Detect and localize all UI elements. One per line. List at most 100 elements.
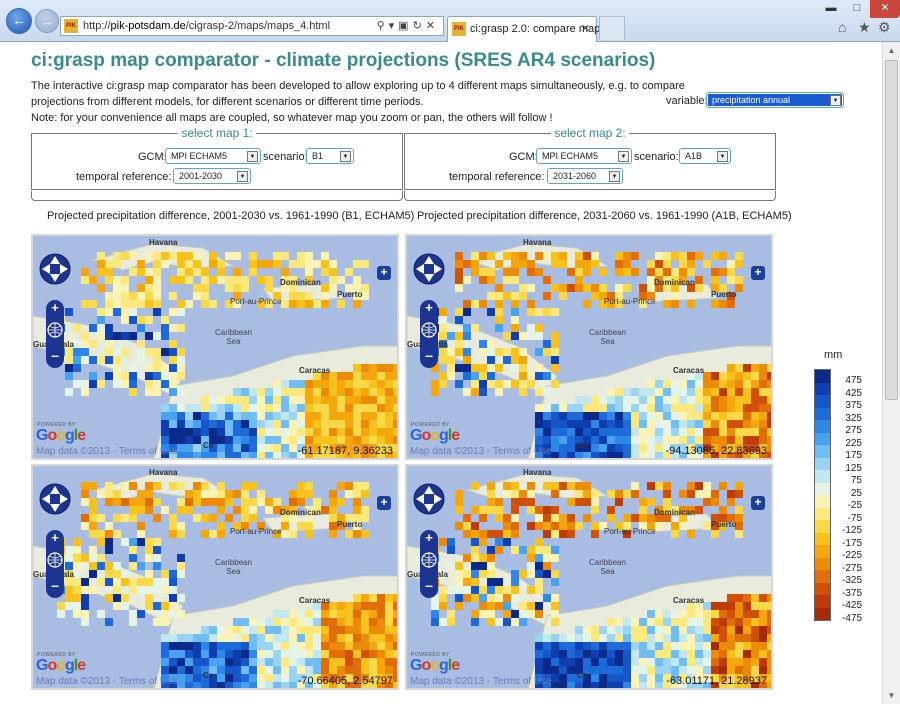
tab-close-icon[interactable]: ✕ [581,22,590,35]
back-button[interactable]: ← [6,8,32,34]
precip-cell [313,658,321,666]
map-pan-zoom-control[interactable]: + – [413,242,445,382]
map-canvas[interactable] [33,236,399,460]
gcm-select-1[interactable]: MPI ECHAM5 ▼ [165,148,261,164]
chevron-down-icon[interactable]: ▼ [717,151,728,162]
precip-cell [289,412,297,420]
forward-button[interactable]: → [35,9,59,33]
precip-cell [81,618,89,626]
precip-cell [329,506,337,514]
gcm-select-2[interactable]: MPI ECHAM5 ▼ [536,148,632,164]
map-canvas[interactable] [407,236,773,460]
precip-cell [113,586,121,594]
precip-cell [535,268,543,276]
scroll-down-icon[interactable]: ▼ [883,687,900,704]
gear-icon[interactable]: ⚙ [878,19,891,36]
terms-link[interactable]: Terms of Use [119,446,178,457]
precip-cell [361,482,369,490]
scroll-up-icon[interactable]: ▲ [883,42,900,59]
layer-switcher-button[interactable]: + [377,266,391,280]
address-url[interactable]: http://pik-potsdam.de/cigrasp-2/maps/map… [83,20,330,32]
precip-cell [631,428,639,436]
layer-switcher-button[interactable]: + [751,266,765,280]
chevron-down-icon[interactable]: ▼ [237,171,248,182]
precip-cell [551,674,559,682]
temporal-select-2[interactable]: 2031-2060 ▼ [547,168,623,184]
map-pan-zoom-control[interactable]: + – [39,242,71,382]
precip-cell [543,594,551,602]
precip-cell [241,482,249,490]
precip-cell [265,658,273,666]
refresh-icon[interactable]: ↻ [413,20,426,32]
chevron-down-icon[interactable]: ▼ [609,171,620,182]
precip-cell [511,522,519,530]
map-panel-3[interactable]: Havana Dominican Puerto Port-au-Prince C… [31,464,399,690]
precip-cell [503,292,511,300]
precip-cell [241,674,249,682]
precip-cell [305,396,313,404]
terms-link[interactable]: Terms of Use [493,446,552,457]
temporal-select-1[interactable]: 2001-2030 ▼ [173,168,251,184]
chevron-down-icon[interactable]: ▼ [830,95,841,106]
map-panel-2[interactable]: Havana Dominican Puerto Port-au-Prince C… [405,234,773,460]
scroll-thumb[interactable] [885,60,898,400]
dropdown-icon[interactable]: ▾ [389,20,399,32]
precip-cell [113,570,121,578]
new-tab-button[interactable] [599,16,625,40]
map-pan-zoom-control[interactable]: + – [413,472,445,612]
precip-cell [273,674,281,682]
precip-cell [479,506,487,514]
scenario-select-1[interactable]: B1 ▼ [306,148,354,164]
layer-switcher-button[interactable]: + [377,496,391,510]
map-selector-2-footer [404,191,776,201]
precip-cell [353,626,361,634]
close-window-button[interactable]: ✕ [870,0,900,18]
precip-cell [759,610,767,618]
precip-cell [695,650,703,658]
precip-cell [289,682,297,688]
precip-cell [495,364,503,372]
page-scrollbar[interactable]: ▲ ▼ [882,42,900,704]
home-icon[interactable]: ⌂ [838,19,846,35]
map-panel-1[interactable]: Havana Dominican Puerto Port-au-Prince C… [31,234,399,460]
precip-cell [105,618,113,626]
chevron-down-icon[interactable]: ▼ [618,151,629,162]
precip-cell [583,634,591,642]
compat-icon[interactable]: ▣ [398,20,412,32]
precip-cell [81,498,89,506]
address-bar[interactable]: PIK http://pik-potsdam.de/cigrasp-2/maps… [60,16,444,36]
layer-switcher-button[interactable]: + [751,496,765,510]
precip-cell [345,618,353,626]
chevron-down-icon[interactable]: ▼ [340,151,351,162]
precip-cell [759,412,767,420]
maximize-button[interactable]: □ [844,0,870,18]
browser-tab-active[interactable]: PIK ci:grasp 2.0: compare maps ✕ [447,16,606,42]
minimize-button[interactable]: ▬ [818,0,844,18]
precip-cell [145,292,153,300]
precip-cell [145,300,153,308]
address-tools[interactable]: ⚲▾▣↻✕ [377,19,439,32]
precip-cell [727,404,735,412]
precip-cell [647,650,655,658]
precip-cell [353,618,361,626]
precip-cell [249,482,257,490]
precip-cell [169,428,177,436]
map-panel-4[interactable]: Havana Dominican Puerto Port-au-Prince C… [405,464,773,690]
precip-cell [599,428,607,436]
precip-cell [97,530,105,538]
scenario-select-2[interactable]: A1B ▼ [679,148,731,164]
precip-cell [535,404,543,412]
favorites-star-icon[interactable]: ★ [858,19,871,36]
precip-cell [647,626,655,634]
terms-link[interactable]: Terms of Use [493,676,552,687]
search-icon[interactable]: ⚲ [377,20,389,32]
map-canvas[interactable] [33,466,399,690]
precip-cell [511,268,519,276]
map-canvas[interactable] [407,466,773,690]
stop-icon[interactable]: ✕ [426,20,439,32]
variable-select[interactable]: precipitation annual ▼ [706,92,844,108]
terms-link[interactable]: Terms of Use [119,676,178,687]
chevron-down-icon[interactable]: ▼ [247,151,258,162]
map-pan-zoom-control[interactable]: + – [39,472,71,612]
precip-cell [663,436,671,444]
